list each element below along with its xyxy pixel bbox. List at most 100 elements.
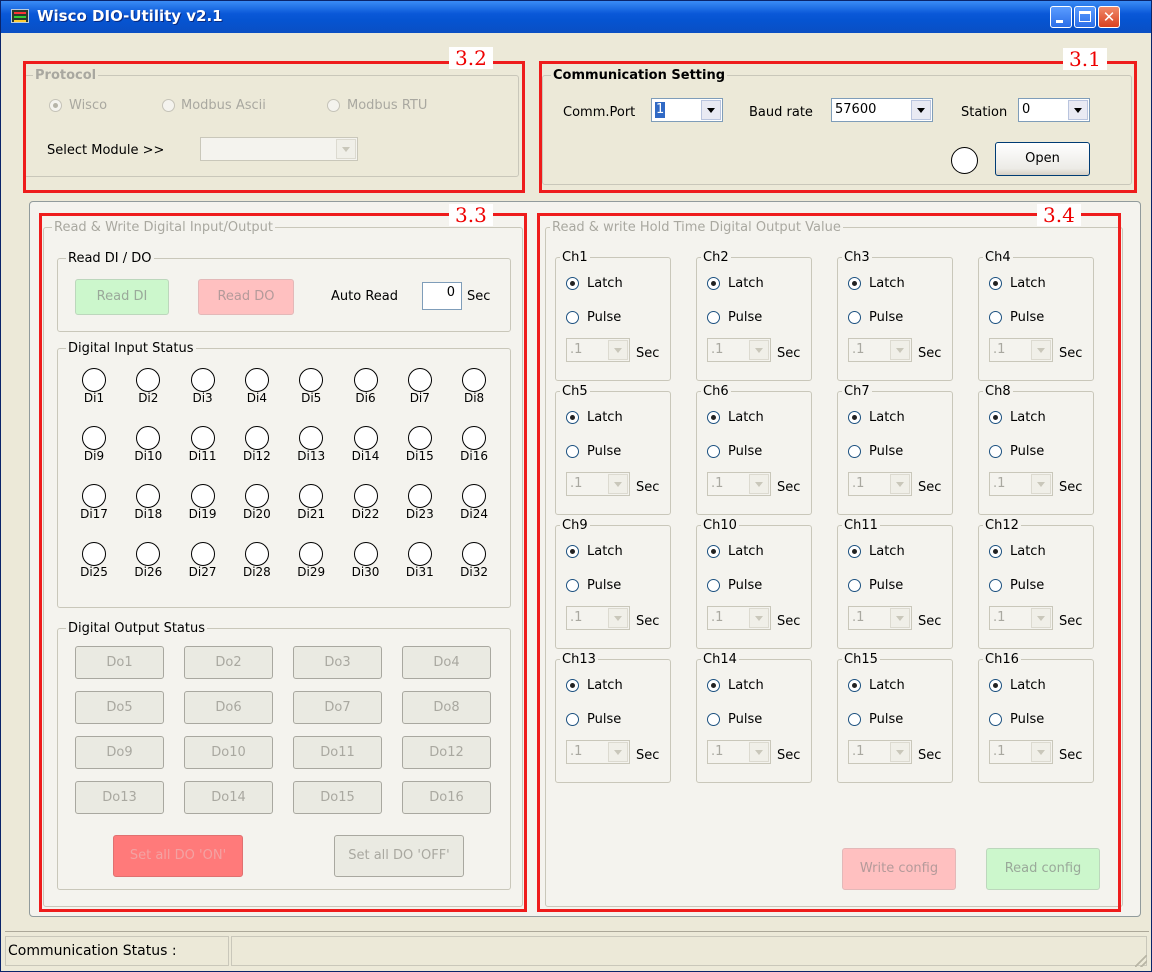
- latch-radio[interactable]: [707, 411, 720, 424]
- hold-time-combo[interactable]: .1: [989, 606, 1053, 630]
- close-button[interactable]: ✕: [1098, 6, 1120, 28]
- pulse-radio[interactable]: [848, 713, 861, 726]
- chevron-down-icon: [1031, 742, 1051, 762]
- latch-radio[interactable]: [989, 545, 1002, 558]
- latch-radio[interactable]: [989, 411, 1002, 424]
- hold-time-combo[interactable]: .1: [566, 740, 630, 764]
- protocol-modbus-ascii-radio[interactable]: [162, 99, 175, 112]
- do-toggle-button[interactable]: Do16: [402, 781, 491, 814]
- protocol-title: Protocol: [33, 68, 99, 83]
- baud-rate-combo[interactable]: 57600: [831, 98, 933, 122]
- set-all-do-off-button[interactable]: Set all DO 'OFF': [334, 835, 464, 877]
- pulse-radio[interactable]: [707, 445, 720, 458]
- pulse-radio[interactable]: [566, 445, 579, 458]
- pulse-radio[interactable]: [566, 713, 579, 726]
- do-toggle-button[interactable]: Do2: [184, 646, 273, 679]
- read-config-button[interactable]: Read config: [986, 848, 1100, 890]
- hold-time-combo[interactable]: .1: [848, 606, 912, 630]
- pulse-radio[interactable]: [566, 579, 579, 592]
- hold-time-combo[interactable]: .1: [707, 740, 771, 764]
- protocol-modbus-rtu-radio[interactable]: [327, 99, 340, 112]
- hold-time-combo[interactable]: .1: [989, 472, 1053, 496]
- di-label: Di20: [242, 507, 271, 521]
- minimize-button[interactable]: [1050, 6, 1072, 28]
- do-toggle-button[interactable]: Do10: [184, 736, 273, 769]
- write-config-button[interactable]: Write config: [842, 848, 956, 890]
- digital-input-status-group: Digital Input Status Di1 Di2 Di3 Di4 Di5 Di6 D…: [57, 341, 511, 608]
- hold-time-combo[interactable]: .1: [566, 606, 630, 630]
- chevron-down-icon: [608, 742, 628, 762]
- pulse-radio[interactable]: [707, 579, 720, 592]
- do-toggle-button[interactable]: Do9: [75, 736, 164, 769]
- pulse-radio[interactable]: [989, 579, 1002, 592]
- do-toggle-button[interactable]: Do7: [293, 691, 382, 724]
- select-module-combo[interactable]: [200, 137, 358, 161]
- protocol-wisco-radio[interactable]: [49, 99, 62, 112]
- di-status-led: [190, 426, 215, 450]
- do-toggle-button[interactable]: Do4: [402, 646, 491, 679]
- pulse-label: Pulse: [869, 712, 904, 727]
- pulse-radio[interactable]: [848, 311, 861, 324]
- pulse-radio[interactable]: [989, 445, 1002, 458]
- latch-radio[interactable]: [566, 411, 579, 424]
- latch-radio[interactable]: [848, 277, 861, 290]
- read-di-button[interactable]: Read DI: [75, 279, 169, 315]
- latch-radio[interactable]: [707, 679, 720, 692]
- di-label: Di28: [242, 565, 271, 579]
- latch-radio[interactable]: [707, 277, 720, 290]
- hold-time-combo[interactable]: .1: [848, 472, 912, 496]
- title-bar[interactable]: Wisco DIO-Utility v2.1 ✕: [1, 1, 1151, 33]
- pulse-radio[interactable]: [707, 713, 720, 726]
- latch-radio[interactable]: [566, 545, 579, 558]
- set-all-do-on-button[interactable]: Set all DO 'ON': [113, 835, 243, 877]
- pulse-radio[interactable]: [566, 311, 579, 324]
- do-toggle-button[interactable]: Do14: [184, 781, 273, 814]
- latch-radio[interactable]: [566, 679, 579, 692]
- hold-time-combo[interactable]: .1: [848, 740, 912, 764]
- pulse-radio[interactable]: [848, 579, 861, 592]
- latch-radio[interactable]: [566, 277, 579, 290]
- latch-radio[interactable]: [707, 545, 720, 558]
- open-button[interactable]: Open: [995, 142, 1090, 176]
- hold-time-combo[interactable]: .1: [707, 606, 771, 630]
- resize-grip-icon[interactable]: [1135, 955, 1147, 967]
- channel-group: Ch13 Latch Pulse .1 Sec: [555, 652, 671, 783]
- pulse-radio[interactable]: [848, 445, 861, 458]
- hold-time-sec-label: Sec: [918, 614, 942, 629]
- maximize-button[interactable]: [1074, 6, 1096, 28]
- latch-radio[interactable]: [989, 277, 1002, 290]
- station-combo[interactable]: 0: [1018, 98, 1090, 122]
- hold-time-combo[interactable]: .1: [848, 338, 912, 362]
- do-toggle-button[interactable]: Do12: [402, 736, 491, 769]
- hold-time-combo[interactable]: .1: [566, 338, 630, 362]
- do-toggle-button[interactable]: Do5: [75, 691, 164, 724]
- pulse-radio[interactable]: [707, 311, 720, 324]
- do-toggle-button[interactable]: Do1: [75, 646, 164, 679]
- latch-radio[interactable]: [848, 411, 861, 424]
- hold-time-combo[interactable]: .1: [566, 472, 630, 496]
- do-toggle-button[interactable]: Do15: [293, 781, 382, 814]
- do-toggle-button[interactable]: Do6: [184, 691, 273, 724]
- do-toggle-button[interactable]: Do13: [75, 781, 164, 814]
- hold-time-combo[interactable]: .1: [707, 472, 771, 496]
- di-status-led: [136, 484, 161, 508]
- pulse-radio[interactable]: [989, 713, 1002, 726]
- di-label: Di26: [134, 565, 163, 579]
- comm-port-combo[interactable]: 1: [651, 98, 723, 122]
- di-label: Di32: [460, 565, 489, 579]
- read-do-button[interactable]: Read DO: [198, 279, 294, 315]
- latch-radio[interactable]: [848, 679, 861, 692]
- hold-time-combo[interactable]: .1: [707, 338, 771, 362]
- latch-radio[interactable]: [848, 545, 861, 558]
- di-status-led: [136, 426, 161, 450]
- do-toggle-button[interactable]: Do8: [402, 691, 491, 724]
- do-toggle-button[interactable]: Do3: [293, 646, 382, 679]
- main-window: Wisco DIO-Utility v2.1 ✕ Protocol Wisco …: [0, 0, 1152, 972]
- pulse-radio[interactable]: [989, 311, 1002, 324]
- channel-title: Ch5: [560, 384, 590, 399]
- hold-time-combo[interactable]: .1: [989, 338, 1053, 362]
- latch-radio[interactable]: [989, 679, 1002, 692]
- auto-read-input[interactable]: 0: [422, 282, 462, 310]
- do-toggle-button[interactable]: Do11: [293, 736, 382, 769]
- hold-time-combo[interactable]: .1: [989, 740, 1053, 764]
